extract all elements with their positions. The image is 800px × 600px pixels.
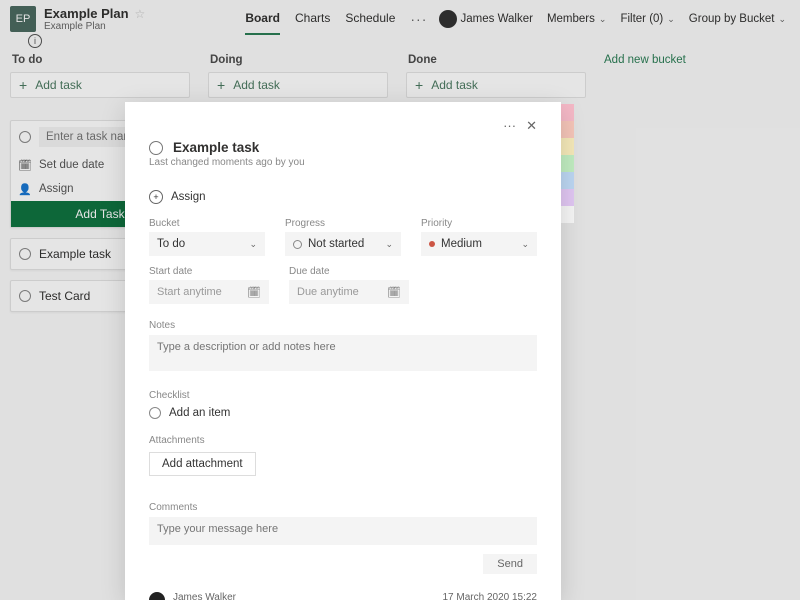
add-attachment-button[interactable]: Add attachment bbox=[149, 452, 256, 476]
due-date-input[interactable]: Due anytime 🗓 bbox=[289, 280, 409, 304]
chevron-down-icon: ⌄ bbox=[521, 239, 529, 250]
start-date-label: Start date bbox=[149, 266, 269, 277]
progress-select[interactable]: Not started ⌄ bbox=[285, 232, 401, 256]
swatch-blue[interactable] bbox=[561, 172, 574, 189]
assign-button[interactable]: + Assign bbox=[149, 190, 537, 204]
close-icon[interactable]: ✕ bbox=[526, 118, 537, 134]
swatch-peach[interactable] bbox=[561, 121, 574, 138]
task-dialog: ··· ✕ Example task Last changed moments … bbox=[125, 102, 561, 600]
progress-label: Progress bbox=[285, 218, 401, 229]
radio-icon bbox=[149, 407, 161, 419]
calendar-icon: 🗓 bbox=[387, 286, 401, 299]
chevron-down-icon: ⌄ bbox=[385, 239, 393, 250]
activity-entry: James Walker 17 March 2020 15:22 New Tas… bbox=[149, 592, 537, 600]
comments-label: Comments bbox=[149, 502, 537, 513]
comment-input[interactable] bbox=[149, 517, 537, 545]
swatch-gray[interactable] bbox=[561, 206, 574, 223]
bucket-value: To do bbox=[157, 238, 185, 250]
complete-radio[interactable] bbox=[149, 141, 163, 155]
notes-label: Notes bbox=[149, 320, 537, 331]
due-date-placeholder: Due anytime bbox=[297, 286, 359, 298]
progress-value: Not started bbox=[308, 238, 364, 250]
person-icon: + bbox=[149, 190, 163, 204]
last-changed: Last changed moments ago by you bbox=[149, 157, 537, 168]
color-swatches bbox=[561, 104, 574, 223]
bucket-select[interactable]: To do ⌄ bbox=[149, 232, 265, 256]
send-button[interactable]: Send bbox=[483, 554, 537, 574]
priority-select[interactable]: Medium ⌄ bbox=[421, 232, 537, 256]
priority-label: Priority bbox=[421, 218, 537, 229]
attachments-label: Attachments bbox=[149, 435, 537, 446]
task-title[interactable]: Example task bbox=[173, 140, 259, 155]
start-date-placeholder: Start anytime bbox=[157, 286, 222, 298]
notes-textarea[interactable] bbox=[149, 335, 537, 371]
swatch-pink[interactable] bbox=[561, 104, 574, 121]
swatch-green[interactable] bbox=[561, 155, 574, 172]
checklist-label: Checklist bbox=[149, 390, 537, 401]
start-date-input[interactable]: Start anytime 🗓 bbox=[149, 280, 269, 304]
priority-value: Medium bbox=[441, 238, 482, 250]
avatar-icon bbox=[149, 592, 165, 600]
bucket-label: Bucket bbox=[149, 218, 265, 229]
chevron-down-icon: ⌄ bbox=[249, 239, 257, 250]
add-checklist-label: Add an item bbox=[169, 407, 230, 419]
swatch-purple[interactable] bbox=[561, 189, 574, 206]
add-checklist-item[interactable]: Add an item bbox=[149, 407, 537, 419]
circle-icon bbox=[293, 240, 302, 249]
calendar-icon: 🗓 bbox=[247, 286, 261, 299]
activity-author: James Walker bbox=[173, 592, 236, 600]
swatch-yellow[interactable] bbox=[561, 138, 574, 155]
more-icon[interactable]: ··· bbox=[503, 118, 516, 134]
due-date-label: Due date bbox=[289, 266, 409, 277]
activity-time: 17 March 2020 15:22 bbox=[442, 592, 537, 600]
assign-label: Assign bbox=[171, 191, 206, 203]
priority-dot-icon bbox=[429, 241, 435, 247]
